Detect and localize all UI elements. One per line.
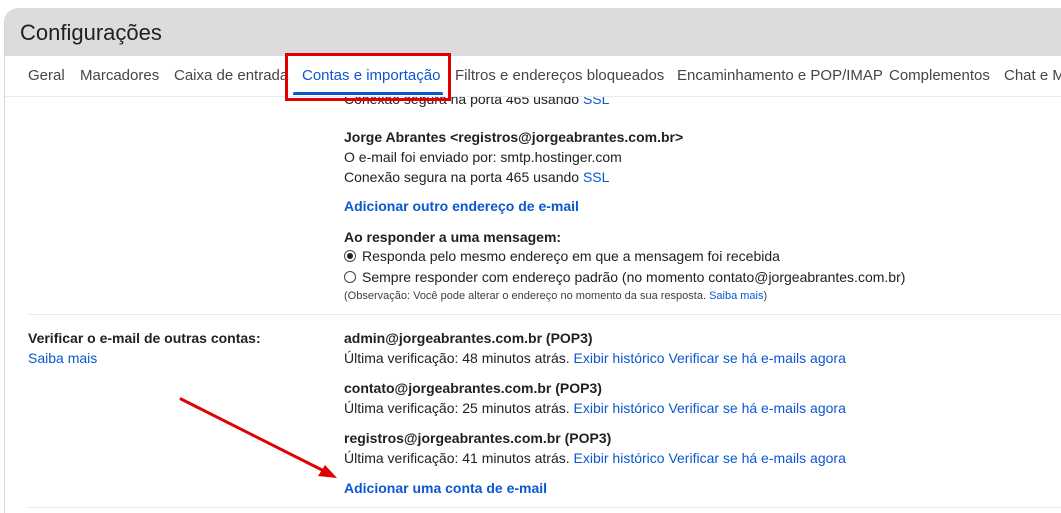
annotation-arrow-icon <box>179 397 337 478</box>
